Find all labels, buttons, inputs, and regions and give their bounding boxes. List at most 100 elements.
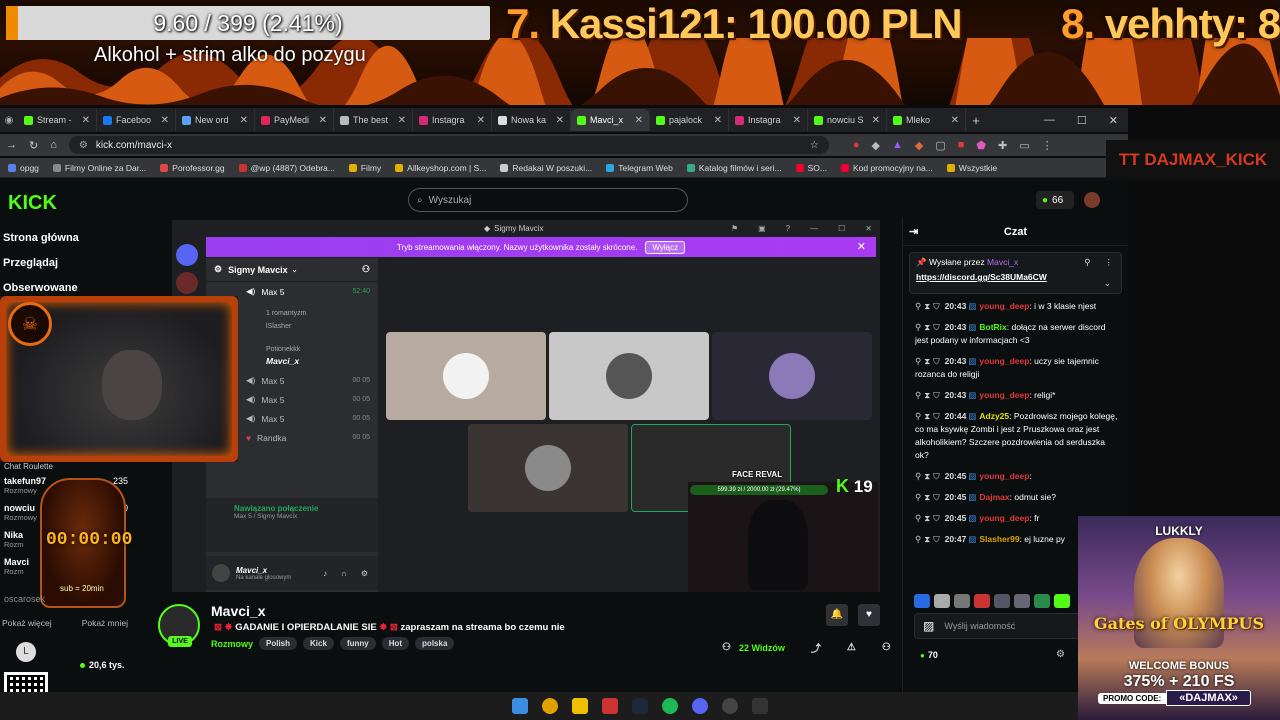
video-tile[interactable]: [712, 332, 872, 420]
nav-browse[interactable]: Przeglądaj: [3, 253, 79, 278]
extension-icon[interactable]: ◆: [872, 139, 880, 152]
add-member-icon[interactable]: ⚇: [362, 264, 370, 275]
browser-profile-icon[interactable]: ◉: [0, 115, 18, 126]
server-icon[interactable]: [176, 272, 198, 294]
message-user[interactable]: young_deep: [979, 471, 1029, 481]
pinned-by-user[interactable]: Mavci_x: [987, 257, 1018, 267]
browser-tab[interactable]: The best ✕: [334, 109, 413, 131]
minimize-icon[interactable]: —: [1044, 114, 1055, 127]
message-user[interactable]: BotRix: [979, 322, 1006, 332]
message-user[interactable]: Adzy25: [979, 411, 1009, 421]
streamer-name[interactable]: Mavci_x: [211, 603, 265, 619]
bookmark-item[interactable]: Telegram Web: [606, 163, 673, 173]
chrome-icon[interactable]: [542, 698, 558, 714]
extension-icon[interactable]: ◆: [915, 139, 923, 152]
steam-icon[interactable]: [632, 698, 648, 714]
close-tab-icon[interactable]: ✕: [635, 115, 643, 126]
message-user[interactable]: young_deep: [979, 301, 1029, 311]
stream-tag[interactable]: polska: [415, 637, 455, 650]
close-tab-icon[interactable]: ✕: [714, 115, 722, 126]
close-tab-icon[interactable]: ✕: [82, 115, 90, 126]
stream-tag[interactable]: Hot: [381, 637, 410, 650]
file-explorer-icon[interactable]: [572, 698, 588, 714]
notifications-bell-icon[interactable]: 🔔: [826, 604, 848, 626]
maximize-icon[interactable]: ☐: [838, 224, 845, 233]
emote-icon[interactable]: [954, 594, 970, 608]
discord-home-icon[interactable]: [176, 244, 198, 266]
headphones-icon[interactable]: ∩: [341, 569, 347, 578]
bookmark-item[interactable]: opgg: [8, 163, 39, 173]
unpin-icon[interactable]: ⚲: [1084, 257, 1090, 268]
message-user[interactable]: young_deep: [979, 390, 1029, 400]
chat-points[interactable]: 70: [920, 650, 938, 660]
extension-icon[interactable]: ⬟: [976, 139, 986, 152]
show-more-button[interactable]: Pokaż więcej: [2, 618, 52, 628]
maximize-icon[interactable]: ☐: [1077, 114, 1087, 127]
reload-icon[interactable]: ↻: [29, 139, 38, 152]
stream-tag[interactable]: Polish: [259, 637, 298, 650]
close-tab-icon[interactable]: ✕: [793, 115, 801, 126]
close-tab-icon[interactable]: ✕: [951, 115, 959, 126]
show-less-button[interactable]: Pokaż mniej: [82, 618, 128, 628]
close-tab-icon[interactable]: ✕: [398, 115, 406, 126]
browser-tab[interactable]: Faceboo ✕: [97, 109, 176, 131]
sidebar-channel[interactable]: oscarosek: [4, 594, 45, 604]
video-tile[interactable]: [386, 332, 546, 420]
monitor-icon[interactable]: ▣: [758, 224, 766, 233]
message-user[interactable]: Dajmax: [979, 492, 1009, 502]
browser-tab[interactable]: pajalock ✕: [650, 109, 729, 131]
nav-home[interactable]: Strona główna: [3, 228, 79, 253]
message-user[interactable]: young_deep: [979, 356, 1029, 366]
browser-tab[interactable]: nowciu S ✕: [808, 109, 887, 131]
close-tab-icon[interactable]: ✕: [240, 115, 248, 126]
message-user[interactable]: Slasher99: [979, 534, 1019, 544]
bookmark-item[interactable]: Porofessor.gg: [160, 163, 225, 173]
emote-icon[interactable]: [914, 594, 930, 608]
close-window-icon[interactable]: ✕: [1109, 114, 1118, 127]
extension-icon[interactable]: ▲: [892, 139, 903, 152]
bookmark-item[interactable]: Redakai W poszuki...: [500, 163, 592, 173]
avatar[interactable]: [212, 564, 230, 582]
close-banner-icon[interactable]: ✕: [857, 240, 866, 253]
menu-icon[interactable]: ⋮: [1042, 139, 1053, 152]
emote-icon[interactable]: [1054, 594, 1070, 608]
close-tab-icon[interactable]: ✕: [556, 115, 564, 126]
kick-points-badge[interactable]: ● 66: [1036, 191, 1074, 209]
search-input[interactable]: ⌕ Wyszukaj: [408, 188, 688, 212]
more-icon[interactable]: ⋮: [1105, 257, 1114, 268]
follow-heart-icon[interactable]: ♥: [858, 604, 880, 626]
report-icon[interactable]: ⚠: [847, 642, 856, 653]
extension-icon[interactable]: ●: [853, 139, 860, 152]
obs-icon[interactable]: [722, 698, 738, 714]
discord-icon[interactable]: [692, 698, 708, 714]
spotify-icon[interactable]: [662, 698, 678, 714]
close-tab-icon[interactable]: ✕: [477, 115, 485, 126]
video-tile[interactable]: [468, 424, 628, 512]
gear-icon[interactable]: ⚙: [361, 569, 368, 578]
stream-tag[interactable]: funny: [339, 637, 376, 650]
stream-tag[interactable]: Kick: [303, 637, 334, 650]
share-icon[interactable]: ⤴: [811, 640, 821, 655]
mic-icon[interactable]: ♪: [323, 569, 327, 578]
close-icon[interactable]: ✕: [865, 224, 872, 233]
close-tab-icon[interactable]: ✕: [161, 115, 169, 126]
inbox-icon[interactable]: ⚑: [731, 224, 738, 233]
back-icon[interactable]: →: [6, 139, 17, 151]
user-avatar[interactable]: [1084, 192, 1100, 208]
home-icon[interactable]: ⌂: [50, 139, 57, 151]
browser-tab[interactable]: Mavci_x ✕: [571, 109, 650, 131]
bookmark-item[interactable]: SO...: [795, 163, 827, 173]
browser-tab[interactable]: PayMedi ✕: [255, 109, 334, 131]
kick-logo[interactable]: KICK: [8, 192, 57, 215]
browser-tab[interactable]: New ord ✕: [176, 109, 255, 131]
chevron-down-icon[interactable]: ⌄: [1104, 278, 1111, 289]
bookmark-item[interactable]: Allkeyshop.com | S...: [395, 163, 486, 173]
browser-tab[interactable]: Mleko ✕: [887, 109, 966, 131]
pinned-link[interactable]: https://discord.gg/Sc38UMa6CW: [916, 272, 1115, 282]
extension-icon[interactable]: ■: [958, 139, 965, 152]
sidebar-icon[interactable]: ▭: [1019, 139, 1029, 152]
site-info-icon[interactable]: ⚙: [79, 140, 88, 151]
extensions-puzzle-icon[interactable]: ✚: [998, 139, 1007, 152]
windows-start-icon[interactable]: [512, 698, 528, 714]
browser-tab[interactable]: Stream - ✕: [18, 109, 97, 131]
